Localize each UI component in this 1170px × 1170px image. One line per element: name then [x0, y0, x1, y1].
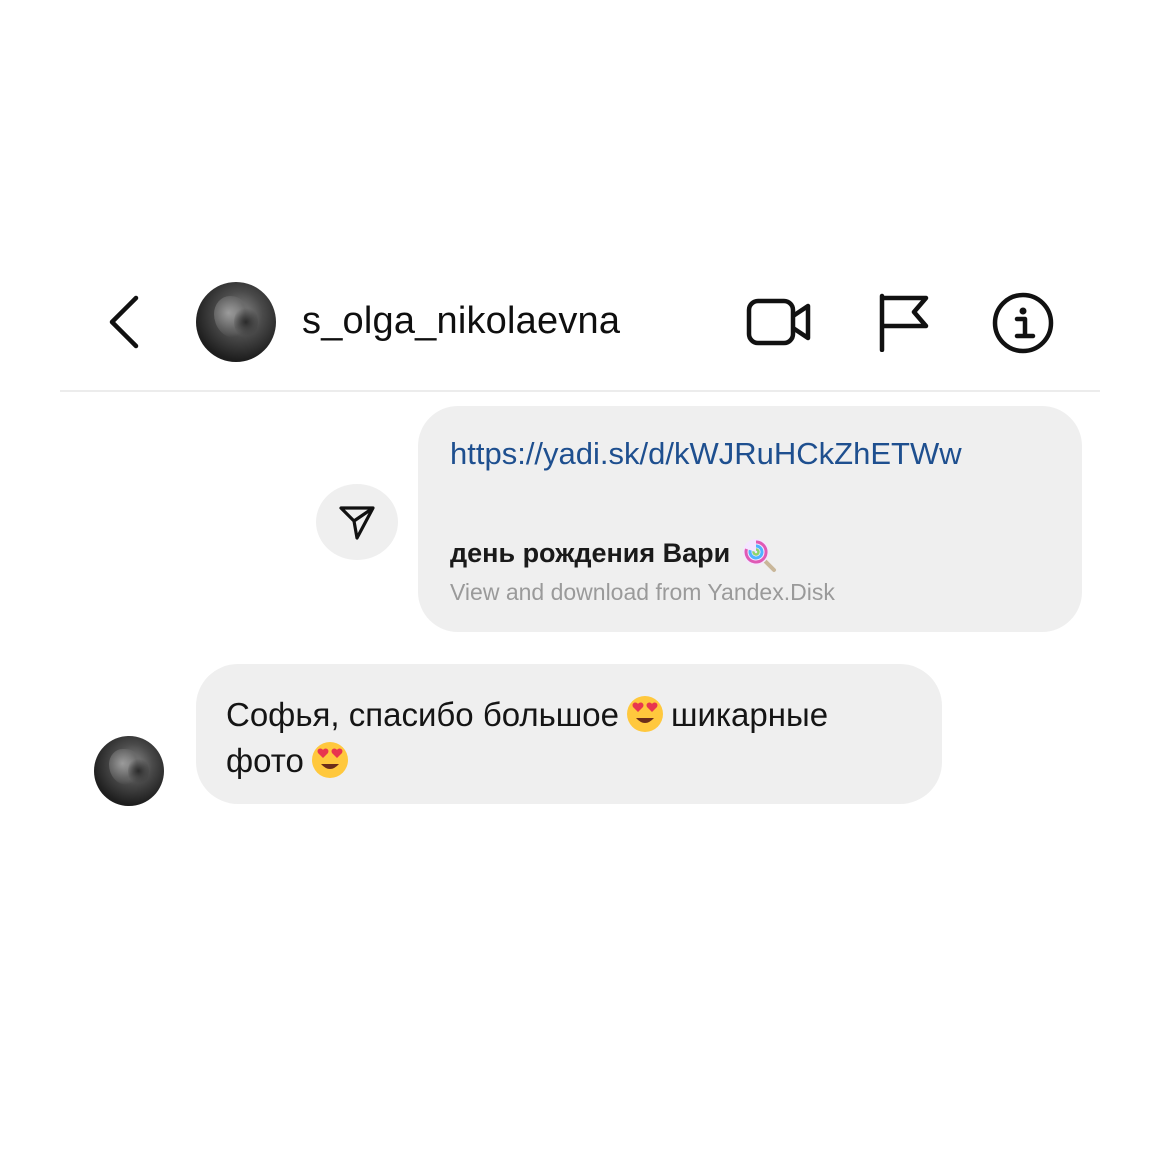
link-preview[interactable]: день рождения Вари	[450, 534, 778, 572]
message-text-part: фото	[226, 742, 304, 779]
link-preview-subtitle: View and download from Yandex.Disk	[450, 579, 835, 605]
share-button[interactable]	[316, 484, 398, 560]
flag-icon	[879, 293, 929, 353]
link-preview-title: день рождения Вари	[450, 537, 731, 568]
info-button[interactable]	[992, 292, 1054, 354]
message-link[interactable]: https://yadi.sk/d/kWJRuHCkZhETWw	[450, 436, 962, 472]
avatar[interactable]	[196, 282, 276, 362]
message-text-part: Софья, спасибо большое	[226, 696, 619, 733]
lollipop-icon	[743, 539, 777, 572]
incoming-message-bubble[interactable]: Софья, спасибо большое шикарные фото	[196, 664, 942, 804]
chevron-left-icon	[109, 295, 139, 349]
sender-avatar[interactable]	[94, 736, 164, 806]
message-text-part: шикарные	[670, 696, 829, 733]
back-button[interactable]	[100, 292, 150, 352]
heart-eyes-icon	[311, 742, 348, 778]
header-divider	[60, 390, 1100, 392]
chat-username[interactable]: s_olga_nikolaevna	[302, 300, 620, 343]
paper-plane-icon	[339, 506, 375, 540]
video-camera-icon	[746, 298, 811, 346]
heart-eyes-icon	[626, 696, 663, 732]
outgoing-message-bubble[interactable]: https://yadi.sk/d/kWJRuHCkZhETWw день ро…	[418, 406, 1082, 632]
report-button[interactable]	[876, 292, 932, 353]
info-icon	[992, 292, 1054, 354]
message-text: Софья, спасибо большое шикарные фото	[226, 692, 926, 784]
chat-header: s_olga_nikolaevna	[0, 270, 1170, 374]
video-call-button[interactable]	[746, 296, 812, 348]
